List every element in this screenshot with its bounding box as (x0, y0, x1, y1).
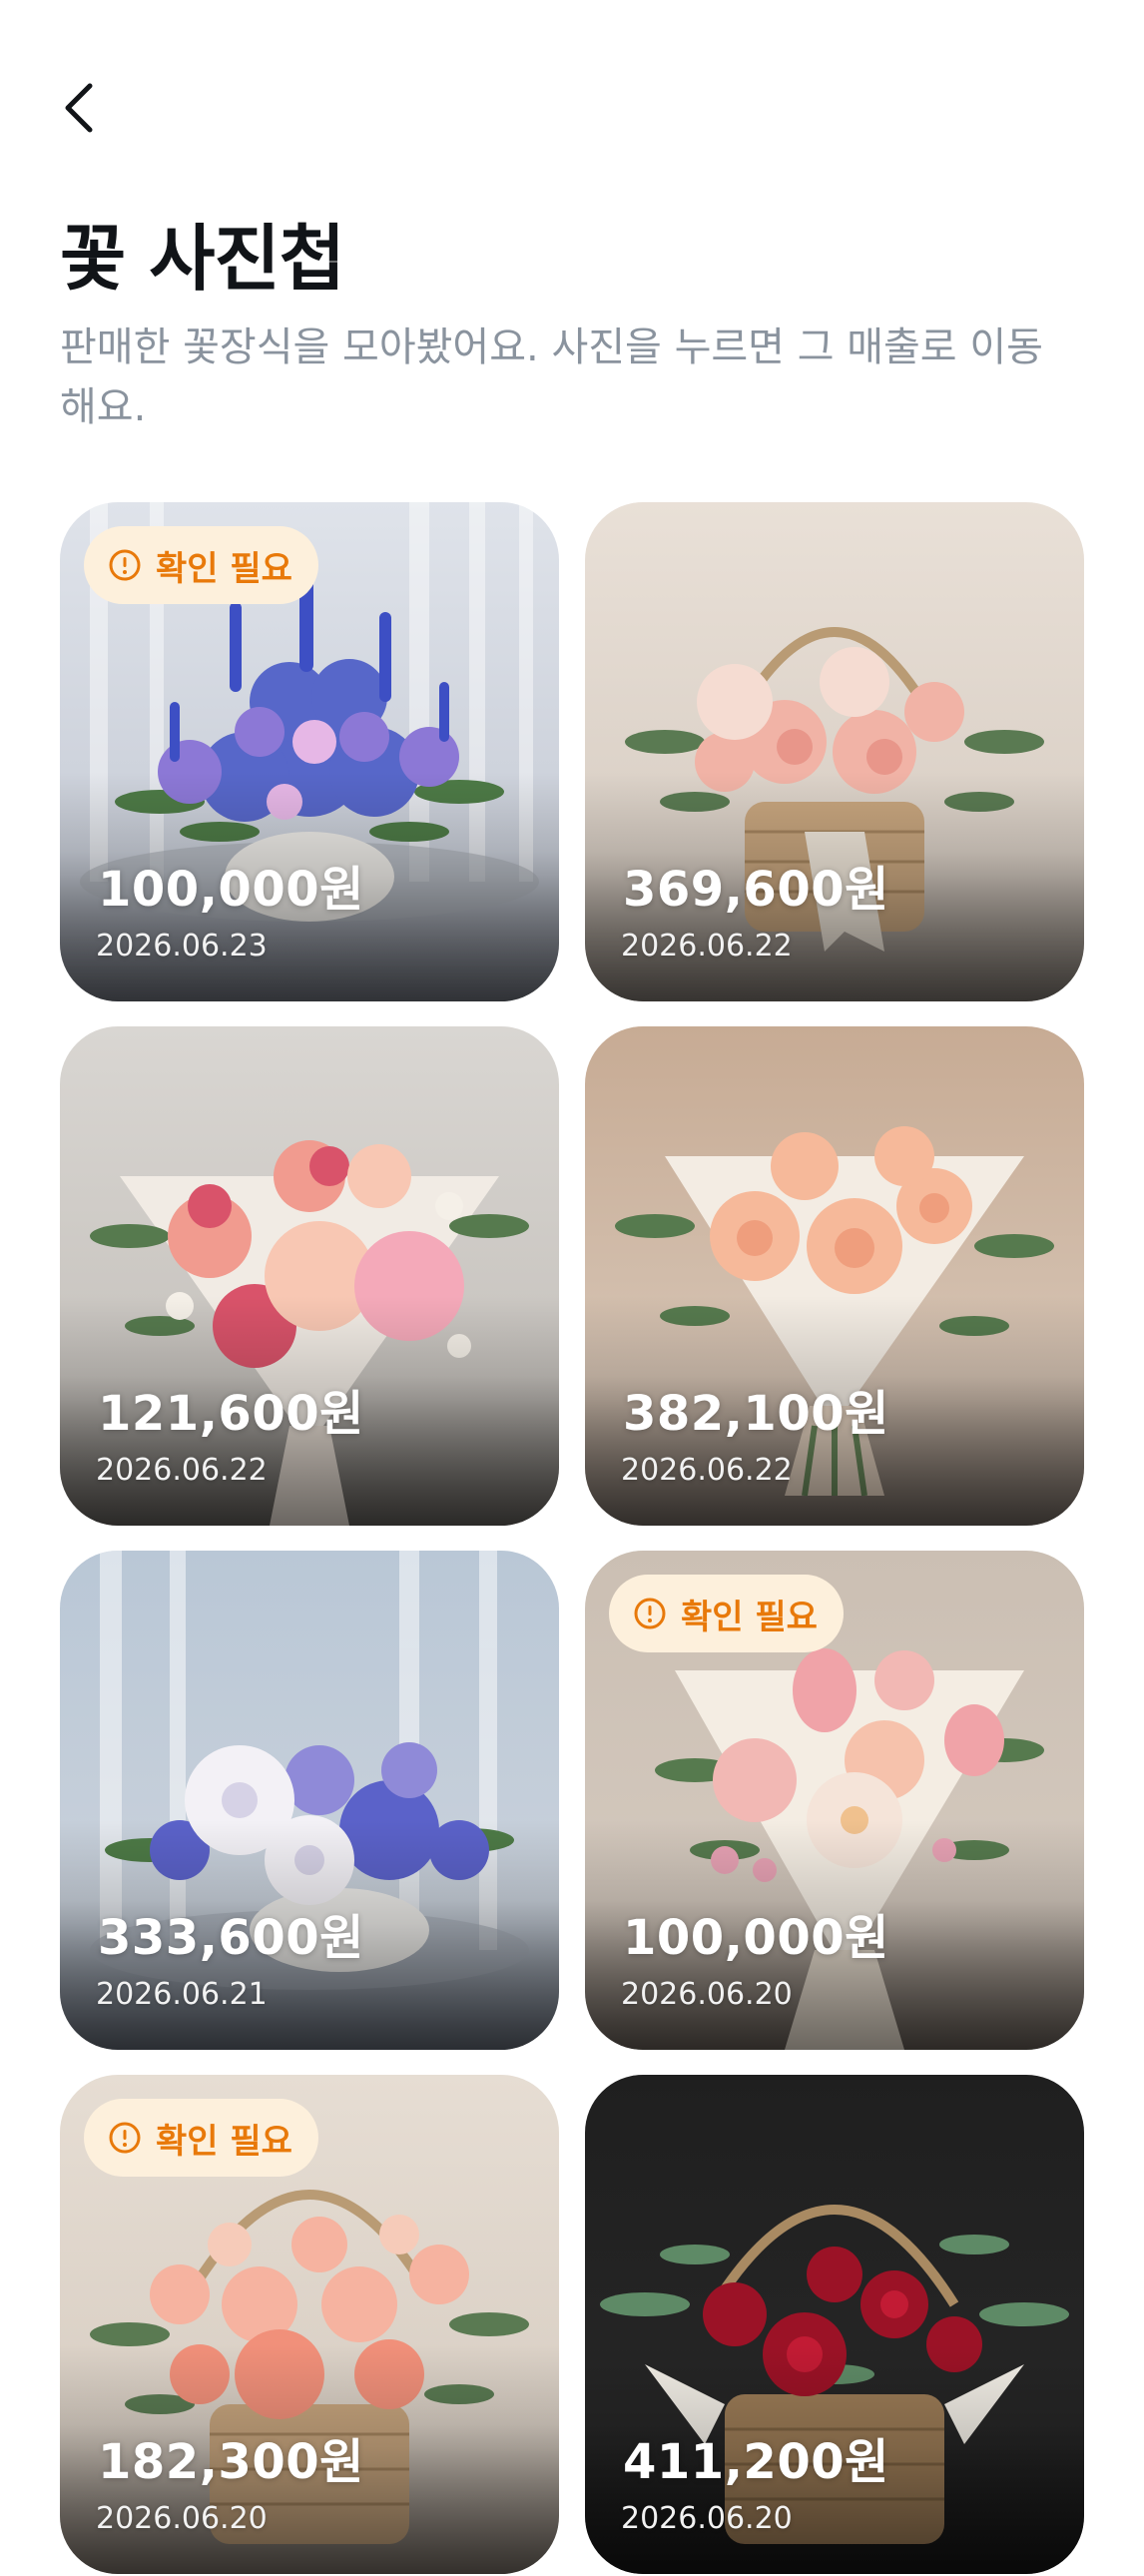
photo-card[interactable]: 411,200원 2026.06.20 (585, 2075, 1084, 2574)
sale-price: 100,000원 (623, 1910, 889, 1966)
back-button[interactable] (60, 72, 132, 144)
chevron-left-icon (65, 83, 93, 133)
photo-grid: 확인 필요 100,000원 2026.06.23 369,600원 2026.… (60, 502, 1084, 2574)
needs-check-badge: 확인 필요 (609, 1575, 844, 1652)
badge-label: 확인 필요 (156, 2121, 292, 2162)
sale-price: 121,600원 (98, 1386, 364, 1442)
alert-circle-icon (109, 549, 141, 581)
sale-price: 369,600원 (623, 862, 889, 918)
photo-card[interactable]: 369,600원 2026.06.22 (585, 502, 1084, 1001)
photo-card[interactable]: 382,100원 2026.06.22 (585, 1026, 1084, 1526)
alert-circle-icon (634, 1598, 666, 1629)
badge-label: 확인 필요 (681, 1597, 818, 1637)
needs-check-badge: 확인 필요 (84, 526, 318, 604)
sale-price: 382,100원 (623, 1386, 889, 1442)
sale-date: 2026.06.22 (621, 1453, 793, 1488)
sale-date: 2026.06.21 (96, 1977, 268, 2012)
sale-price: 100,000원 (98, 862, 364, 918)
sale-date: 2026.06.23 (96, 929, 268, 964)
page-title: 꽃 사진첩 (60, 217, 345, 301)
sale-price: 182,300원 (98, 2434, 364, 2490)
flower-album-page: 꽃 사진첩 판매한 꽃장식을 모아봤어요. 사진을 누르면 그 매출로 이동해요… (0, 0, 1144, 2576)
sale-date: 2026.06.22 (96, 1453, 268, 1488)
photo-card[interactable]: 333,600원 2026.06.21 (60, 1551, 559, 2050)
alert-circle-icon (109, 2122, 141, 2154)
photo-card[interactable]: 확인 필요 100,000원 2026.06.23 (60, 502, 559, 1001)
needs-check-badge: 확인 필요 (84, 2099, 318, 2177)
sale-date: 2026.06.22 (621, 929, 793, 964)
photo-card[interactable]: 121,600원 2026.06.22 (60, 1026, 559, 1526)
page-description: 판매한 꽃장식을 모아봤어요. 사진을 누르면 그 매출로 이동해요. (60, 324, 1043, 430)
photo-card[interactable]: 확인 필요 182,300원 2026.06.20 (60, 2075, 559, 2574)
photo-card[interactable]: 확인 필요 100,000원 2026.06.20 (585, 1551, 1084, 2050)
sale-date: 2026.06.20 (621, 2501, 793, 2536)
sale-price: 411,200원 (623, 2434, 889, 2490)
badge-label: 확인 필요 (156, 548, 292, 589)
sale-date: 2026.06.20 (621, 1977, 793, 2012)
sale-price: 333,600원 (98, 1910, 364, 1966)
sale-date: 2026.06.20 (96, 2501, 268, 2536)
